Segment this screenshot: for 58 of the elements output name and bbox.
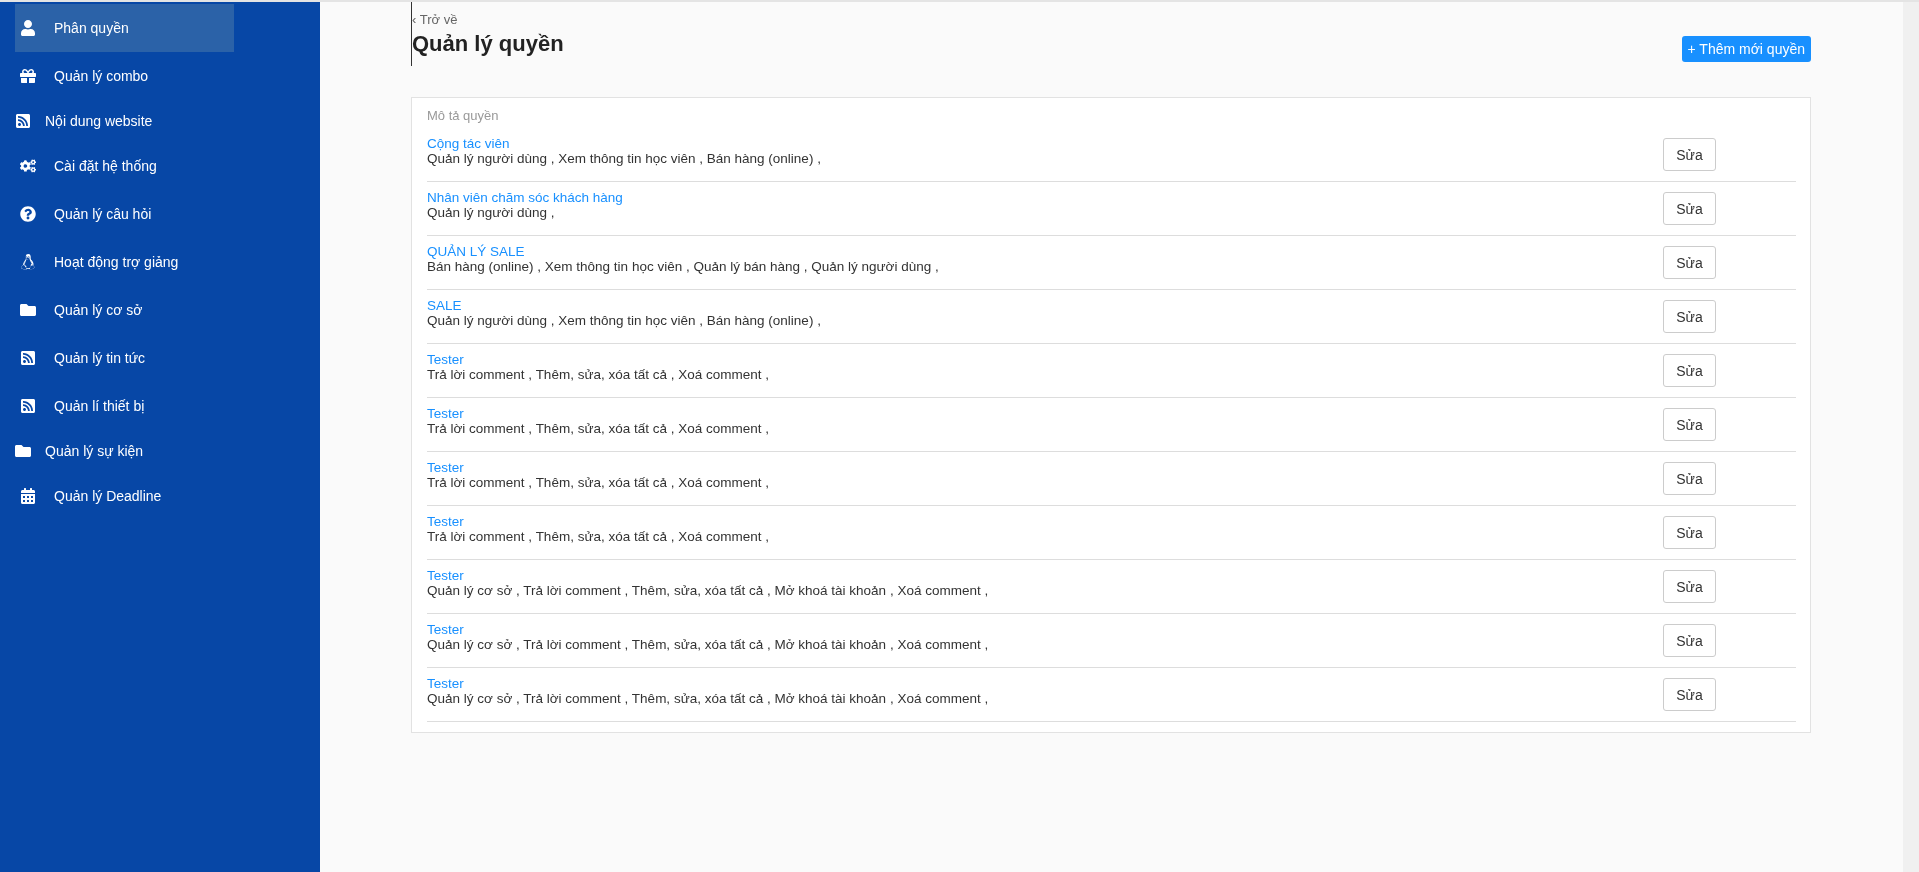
permission-list: Quản lý người dùng , Xem thông tin học viên , Bán hàng (online) , — [427, 312, 1663, 328]
sidebar-item[interactable]: Phân quyền — [15, 4, 234, 52]
back-link[interactable]: ‹ Trở về — [412, 12, 564, 27]
folder-icon — [20, 302, 36, 318]
edit-button[interactable]: Sửa — [1663, 300, 1716, 333]
sidebar-item-label: Quản lý sự kiện — [45, 443, 144, 459]
sidebar-item[interactable]: Quản lý Deadline — [15, 472, 234, 520]
permission-list: Trả lời comment , Thêm, sửa, xóa tất cả , Xoá comment , — [427, 528, 1663, 544]
sidebar-item[interactable]: Nội dung website — [15, 100, 234, 142]
permission-list: Quản lý người dùng , Xem thông tin học viên , Bán hàng (online) , — [427, 150, 1663, 166]
edit-button[interactable]: Sửa — [1663, 354, 1716, 387]
sidebar-item[interactable]: Hoạt động trợ giảng — [15, 238, 234, 286]
rss-icon — [20, 350, 36, 366]
permission-list: Quản lý người dùng , — [427, 204, 1663, 220]
sidebar-item[interactable]: Quản lý tin tức — [15, 334, 234, 382]
sidebar-item[interactable]: Quản lý combo — [15, 52, 234, 100]
page-title: Quản lý quyền — [412, 31, 564, 57]
sidebar-item-label: Quản lý tin tức — [54, 350, 146, 366]
gift-icon — [20, 68, 36, 84]
sidebar-item-label: Quản lý cơ sở — [54, 302, 143, 318]
rss-icon — [15, 113, 31, 129]
folder-icon — [15, 443, 31, 459]
edit-button[interactable]: Sửa — [1663, 408, 1716, 441]
sidebar-item-label: Quản lý Deadline — [54, 488, 162, 504]
sidebar-item[interactable]: Quản lý sự kiện — [15, 430, 234, 472]
sidebar-item-label: Quản lý combo — [54, 68, 149, 84]
edit-button[interactable]: Sửa — [1663, 462, 1716, 495]
permission-list: Bán hàng (online) , Xem thông tin học viên , Quản lý bán hàng , Quản lý người dùng , — [427, 258, 1663, 274]
permission-list: Quản lý cơ sở , Trả lời comment , Thêm, sửa, xóa tất cả , Mở khoá tài khoản , Xoá comment , — [427, 636, 1663, 652]
permission-list: Quản lý cơ sở , Trả lời comment , Thêm, sửa, xóa tất cả , Mở khoá tài khoản , Xoá comment , — [427, 690, 1663, 706]
calendar-icon — [20, 488, 36, 504]
edit-button[interactable]: Sửa — [1663, 570, 1716, 603]
penguin-icon — [20, 254, 36, 270]
sidebar-item-label: Phân quyền — [54, 20, 129, 36]
sidebar-item-label: Hoạt động trợ giảng — [54, 254, 179, 270]
question-icon — [20, 206, 36, 222]
edit-button[interactable]: Sửa — [1663, 678, 1716, 711]
edit-button[interactable]: Sửa — [1663, 192, 1716, 225]
permission-list: Trả lời comment , Thêm, sửa, xóa tất cả , Xoá comment , — [427, 474, 1663, 490]
edit-button[interactable]: Sửa — [1663, 138, 1716, 171]
sidebar-item[interactable]: Cài đặt hệ thống — [15, 142, 234, 190]
column-header: Mô tả quyền — [427, 108, 500, 123]
sidebar-item-label: Nội dung website — [45, 113, 153, 129]
user-icon — [20, 20, 36, 36]
sidebar-item[interactable]: Quản lý cơ sở — [15, 286, 234, 334]
permission-list: Trả lời comment , Thêm, sửa, xóa tất cả , Xoá comment , — [427, 366, 1663, 382]
gears-icon — [20, 158, 36, 174]
sidebar-item[interactable]: Quản lý câu hỏi — [15, 190, 234, 238]
permission-list: Quản lý cơ sở , Trả lời comment , Thêm, sửa, xóa tất cả , Mở khoá tài khoản , Xoá comment , — [427, 582, 1663, 598]
sidebar-item-label: Quản lý câu hỏi — [54, 206, 152, 222]
sidebar-item[interactable]: Quản lí thiết bị — [15, 382, 234, 430]
rss-icon — [20, 398, 36, 414]
edit-button[interactable]: Sửa — [1663, 516, 1716, 549]
sidebar-item-label: Cài đặt hệ thống — [54, 158, 157, 174]
edit-button[interactable]: Sửa — [1663, 246, 1716, 279]
permission-list: Trả lời comment , Thêm, sửa, xóa tất cả , Xoá comment , — [427, 420, 1663, 436]
edit-button[interactable]: Sửa — [1663, 624, 1716, 657]
sidebar-item-label: Quản lí thiết bị — [54, 398, 145, 414]
